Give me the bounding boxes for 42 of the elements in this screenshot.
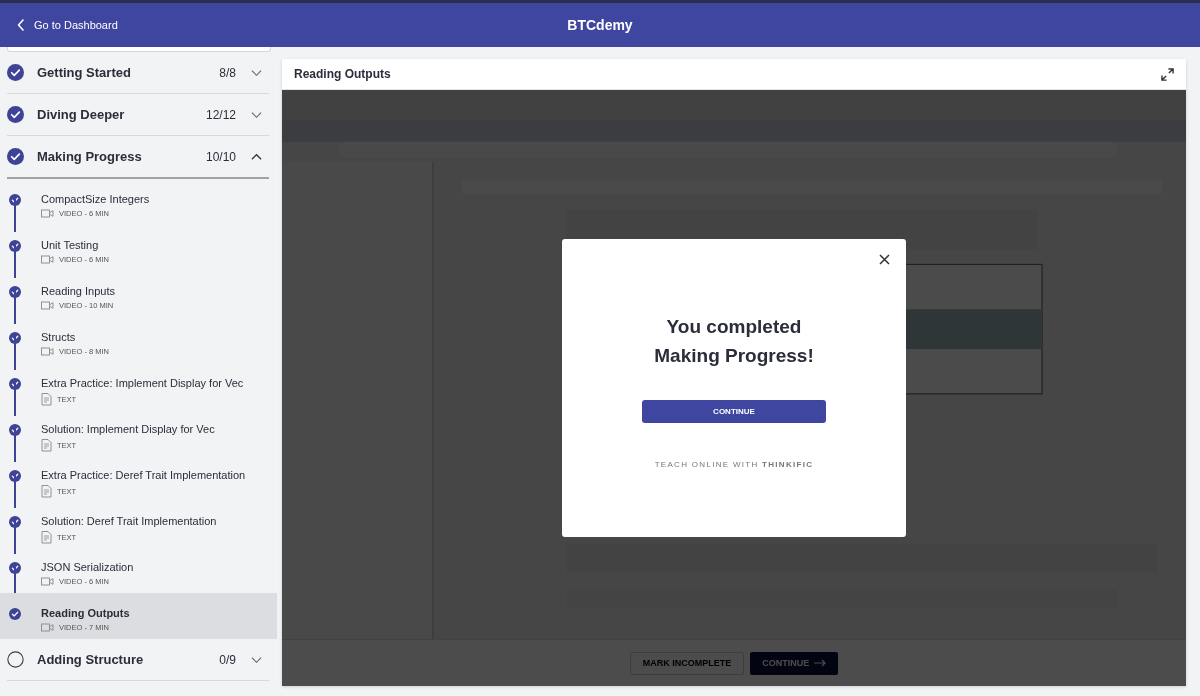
lesson-title: Unit Testing: [41, 238, 100, 252]
document-icon: [41, 439, 52, 452]
video-camera-icon: [41, 577, 54, 586]
video-camera-icon: [41, 623, 54, 632]
section-title: Making Progress: [37, 149, 143, 164]
section-title: Getting Started: [37, 65, 132, 80]
video-camera-icon: [41, 209, 54, 218]
lesson-count: 8/8: [219, 65, 236, 80]
branding-text: TEACH ONLINE WITH THINKIFIC: [654, 460, 814, 469]
lesson-title: Extra Practice: Deref Trait Implementation: [41, 468, 246, 482]
video-camera-icon: [41, 301, 54, 310]
document-icon: [41, 485, 52, 498]
section-title: Adding Structure: [37, 652, 145, 667]
lesson-title: Solution: Deref Trait Implementation: [41, 514, 217, 528]
lesson-count: 10/10: [205, 149, 236, 164]
section-header[interactable]: Making Progress 10/10: [7, 136, 269, 179]
lesson-title: Reading Inputs: [41, 284, 115, 298]
lesson-count: 12/12: [205, 107, 236, 122]
section-header[interactable]: Adding Structure 0/9: [7, 639, 269, 681]
video-camera-icon: [41, 347, 54, 356]
site-title: BTCdemy: [566, 17, 634, 33]
close-icon[interactable]: [879, 254, 890, 265]
continue-button[interactable]: CONTINUE: [642, 400, 826, 423]
dialog-heading: You completed: [666, 315, 802, 339]
lesson-count: 0/9: [219, 652, 236, 667]
video-camera-icon: [41, 255, 54, 264]
dialog-heading: Making Progress!: [654, 344, 814, 368]
lesson-title: Reading Outputs: [294, 67, 391, 81]
lesson-title: Reading Outputs: [41, 606, 130, 620]
expand-icon: [1161, 67, 1174, 81]
document-icon: [41, 393, 52, 406]
section-header[interactable]: Getting Started 8/8: [7, 52, 269, 94]
lesson-title: Structs: [41, 330, 77, 344]
section-title: Diving Deeper: [37, 107, 126, 122]
back-link[interactable]: Go to Dashboard: [0, 19, 118, 31]
chevron-left-icon: [17, 19, 25, 31]
section-header[interactable]: Diving Deeper 12/12: [7, 94, 269, 136]
document-icon: [41, 531, 52, 544]
lesson-title: CompactSize Integers: [41, 192, 150, 206]
lesson-title: Extra Practice: Implement Display for Vec: [41, 376, 244, 390]
lesson-title: Solution: Implement Display for Vec: [41, 422, 215, 436]
lesson-title: JSON Serialization: [41, 560, 134, 574]
